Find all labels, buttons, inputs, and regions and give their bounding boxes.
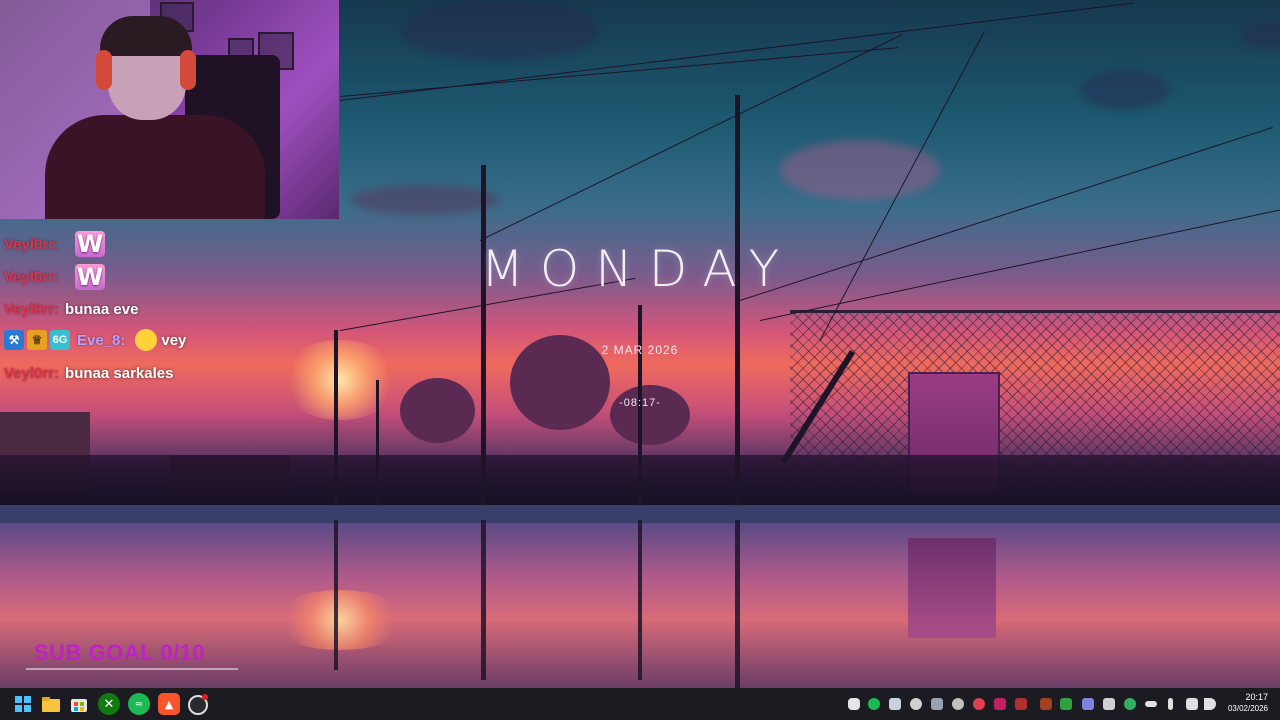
chat-text: bunaa sarkales: [65, 364, 174, 382]
utility-pole: [481, 165, 486, 505]
steam-tray-icon[interactable]: [889, 698, 901, 710]
spotify-icon[interactable]: ≈: [128, 693, 150, 715]
tree: [400, 378, 475, 443]
weekday-title: MONDAY: [480, 240, 796, 298]
chat-username: Eve_8:: [77, 331, 126, 349]
streamer-hair: [100, 16, 192, 56]
wifi-icon[interactable]: [1145, 701, 1157, 707]
sub-goal-label: SUB GOAL 0/10: [34, 640, 206, 665]
utility-pole: [376, 380, 379, 505]
chat-username: Veyl0rr:: [4, 364, 60, 382]
tree: [610, 385, 690, 445]
record-tray-icon[interactable]: [973, 698, 985, 710]
microphone-icon[interactable]: [1168, 698, 1173, 710]
widget-time: -08:17-: [619, 397, 661, 409]
chat-username: Veyl0rr:: [4, 300, 60, 318]
cabinet-reflection: [908, 538, 996, 638]
sun-reflection: [270, 590, 410, 650]
recording-dot-icon: [202, 694, 208, 700]
app-tray-icon[interactable]: [994, 698, 1006, 710]
headset-cup: [96, 50, 112, 90]
spotify-tray-icon[interactable]: [868, 698, 880, 710]
device-tray-icon[interactable]: [1103, 698, 1115, 710]
chat-text: bunaa eve: [65, 300, 139, 318]
streamer-body: [45, 115, 265, 219]
sub-goal-underline: [26, 668, 238, 670]
brave-browser-icon[interactable]: ▲: [158, 693, 180, 715]
pin-tray-icon[interactable]: [931, 698, 943, 710]
cloud: [350, 185, 500, 215]
microsoft-store-icon[interactable]: [68, 693, 90, 715]
chat-message: Veyl0rr: bunaa sarkales: [4, 359, 173, 387]
chat-username: Veyl0rr:: [4, 268, 60, 286]
volume-icon[interactable]: [1204, 698, 1216, 710]
emote-w-icon: W: [75, 263, 106, 291]
taskbar: ✕ ≈ ▲ 20:17 03/02/2026: [0, 688, 1280, 720]
game-tray-icon[interactable]: [910, 698, 922, 710]
pen-tray-icon[interactable]: [1082, 698, 1094, 710]
emote-w-icon: W: [75, 230, 106, 258]
cloud: [1080, 70, 1170, 110]
subscriber-badge-icon: 6G: [50, 330, 70, 350]
system-clock[interactable]: 20:17 03/02/2026: [1228, 692, 1268, 714]
sun: [280, 340, 400, 420]
chat-message: Veyl0rr: W: [4, 263, 106, 291]
moderator-badge-icon: ⚒: [4, 330, 24, 350]
chat-text: vey: [161, 331, 187, 349]
download-tray-icon[interactable]: [1015, 698, 1027, 710]
clock-time: 20:17: [1245, 692, 1268, 702]
media-tray-icon[interactable]: [1040, 698, 1052, 710]
file-explorer-icon[interactable]: [40, 693, 62, 715]
cloud: [1240, 20, 1280, 50]
utility-pole: [334, 330, 338, 505]
clock-date: 03/02/2026: [1227, 704, 1268, 713]
discord-tray-icon[interactable]: [848, 698, 860, 710]
widget-date: 2 MAR 2026: [601, 343, 679, 357]
webcam-feed: [0, 0, 339, 219]
pole-reflection: [334, 520, 338, 670]
crown-badge-icon: ♕: [27, 330, 47, 350]
browser-tray-icon[interactable]: [1124, 698, 1136, 710]
chat-message: Veyl0rr: W: [4, 230, 106, 258]
openai-tray-icon[interactable]: [952, 698, 964, 710]
chat-message: Veyl0rr: bunaa eve: [4, 295, 138, 323]
pole-reflection: [638, 520, 642, 680]
duck-emote-icon: [135, 329, 158, 351]
chat-message: ⚒ ♕ 6G Eve_8: vey: [4, 326, 186, 354]
pole-reflection: [481, 520, 486, 680]
pole-reflection: [735, 520, 740, 688]
sheet-tray-icon[interactable]: [1060, 698, 1072, 710]
xbox-icon[interactable]: ✕: [98, 693, 120, 715]
cloud: [400, 0, 600, 60]
windows-start-icon[interactable]: [12, 693, 34, 715]
network-icon[interactable]: [1186, 698, 1198, 710]
chat-username: Veyl0rr:: [4, 235, 60, 253]
headset-cup: [180, 50, 196, 90]
cloud: [780, 140, 940, 200]
